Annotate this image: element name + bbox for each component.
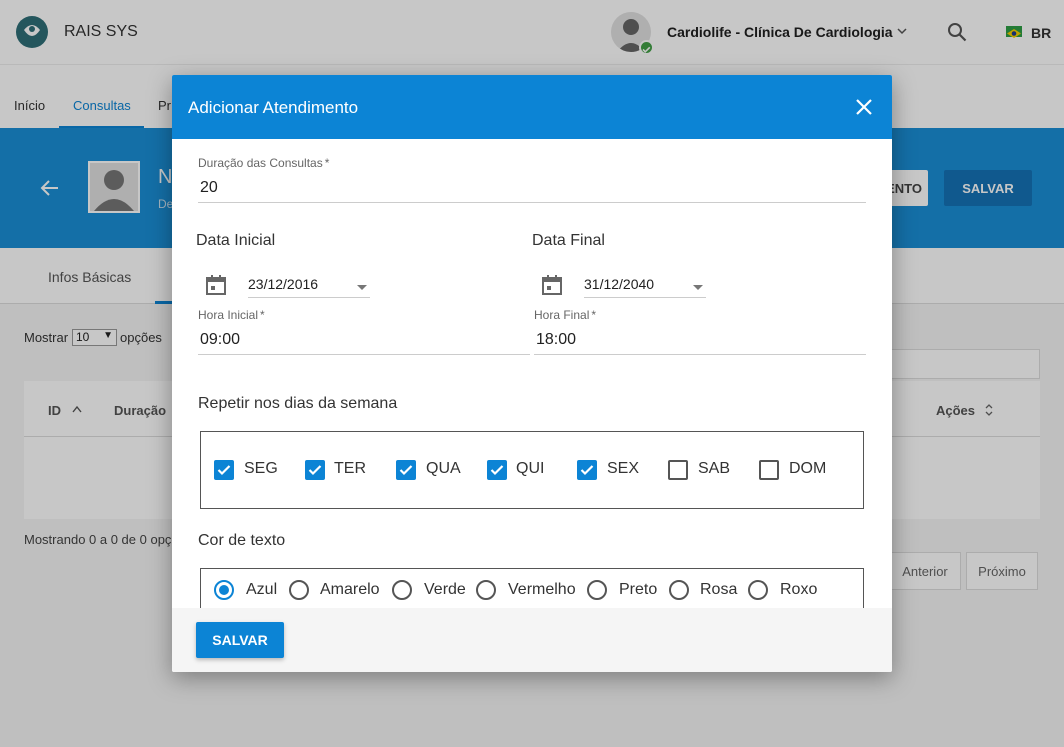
checkbox-ter[interactable]: [305, 460, 325, 480]
radio-vermelho[interactable]: [476, 580, 496, 600]
check-icon: [580, 465, 594, 476]
radio-label-azul[interactable]: Azul: [246, 581, 277, 599]
end-time-input[interactable]: 18:00: [536, 331, 576, 349]
radio-label-rosa[interactable]: Rosa: [700, 581, 737, 599]
end-date-title: Data Final: [532, 232, 605, 249]
duration-label-text: Duração das Consultas: [198, 156, 323, 170]
duration-label: Duração das Consultas *: [198, 156, 329, 170]
check-icon: [490, 465, 504, 476]
save-button[interactable]: SALVAR: [196, 622, 284, 658]
duration-input[interactable]: 20: [200, 179, 218, 197]
add-appointment-dialog: Adicionar Atendimento Duração das Consul…: [172, 75, 892, 672]
checkbox-seg[interactable]: [214, 460, 234, 480]
text-color-title: Cor de texto: [198, 532, 286, 549]
checkbox-dom[interactable]: [759, 460, 779, 480]
radio-label-vermelho[interactable]: Vermelho: [508, 581, 576, 599]
dialog-title: Adicionar Atendimento: [188, 98, 359, 117]
end-time-label: Hora Final *: [534, 308, 596, 322]
checkbox-label-dom[interactable]: DOM: [789, 460, 826, 478]
duration-underline: [198, 202, 866, 203]
checkbox-label-qui[interactable]: QUI: [516, 460, 544, 478]
required-mark: *: [260, 308, 265, 322]
checkbox-label-sex[interactable]: SEX: [607, 460, 639, 478]
checkbox-qui[interactable]: [487, 460, 507, 480]
radio-label-amarelo[interactable]: Amarelo: [320, 581, 380, 599]
checkbox-qua[interactable]: [396, 460, 416, 480]
dialog-header: Adicionar Atendimento: [172, 75, 892, 139]
check-icon: [217, 465, 231, 476]
checkbox-label-ter[interactable]: TER: [334, 460, 366, 478]
weekdays-title: Repetir nos dias da semana: [198, 395, 398, 412]
start-date-title: Data Inicial: [196, 232, 276, 249]
start-date-input[interactable]: 23/12/2016: [248, 276, 318, 292]
radio-preto[interactable]: [587, 580, 607, 600]
radio-label-verde[interactable]: Verde: [424, 581, 466, 599]
checkbox-sex[interactable]: [577, 460, 597, 480]
radio-label-preto[interactable]: Preto: [619, 581, 657, 599]
radio-verde[interactable]: [392, 580, 412, 600]
checkbox-sab[interactable]: [668, 460, 688, 480]
radio-rosa[interactable]: [669, 580, 689, 600]
radio-amarelo[interactable]: [289, 580, 309, 600]
start-time-label-text: Hora Inicial: [198, 308, 259, 322]
end-time-label-text: Hora Final: [534, 308, 590, 322]
start-date-underline: [248, 297, 370, 298]
radio-label-roxo[interactable]: Roxo: [780, 581, 817, 599]
calendar-icon[interactable]: [205, 274, 227, 296]
calendar-icon[interactable]: [541, 274, 563, 296]
close-icon[interactable]: [852, 95, 876, 119]
dialog-footer: SALVAR: [172, 608, 892, 672]
end-time-underline: [534, 354, 866, 355]
end-date-underline: [584, 297, 706, 298]
dropdown-arrow-icon[interactable]: [355, 280, 369, 294]
check-icon: [399, 465, 413, 476]
required-mark: *: [324, 156, 330, 170]
start-time-underline: [198, 354, 530, 355]
start-time-input[interactable]: 09:00: [200, 331, 240, 349]
checkbox-label-qua[interactable]: QUA: [426, 460, 461, 478]
check-icon: [308, 465, 322, 476]
checkbox-label-seg[interactable]: SEG: [244, 460, 278, 478]
start-time-label: Hora Inicial *: [198, 308, 265, 322]
dropdown-arrow-icon[interactable]: [691, 280, 705, 294]
end-date-input[interactable]: 31/12/2040: [584, 276, 654, 292]
checkbox-label-sab[interactable]: SAB: [698, 460, 730, 478]
required-mark: *: [591, 308, 597, 322]
radio-azul[interactable]: [214, 580, 234, 600]
radio-roxo[interactable]: [748, 580, 768, 600]
